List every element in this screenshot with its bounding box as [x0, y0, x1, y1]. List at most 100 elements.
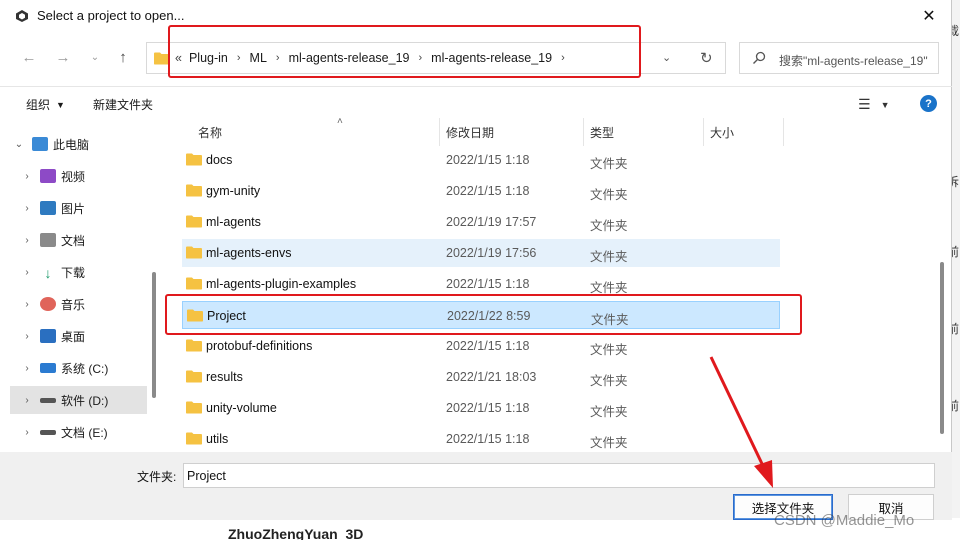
- video-icon: [40, 169, 56, 183]
- refresh-icon[interactable]: ↻: [700, 49, 718, 67]
- organize-button[interactable]: 组织 ▼: [26, 96, 65, 113]
- music-icon: [40, 297, 56, 311]
- nav-pane-scrollbar[interactable]: [152, 272, 156, 398]
- nav-item-label: 系统 (C:): [61, 361, 109, 376]
- nav-item-drive-e[interactable]: › 文档 (E:): [18, 418, 155, 446]
- table-row-selected[interactable]: Project 2022/1/22 8:59 文件夹: [182, 301, 780, 329]
- nav-item-label: 软件 (D:): [61, 393, 109, 408]
- up-button[interactable]: ↑: [112, 46, 134, 68]
- nav-item-music[interactable]: › 音乐: [18, 290, 155, 318]
- file-name: docs: [206, 153, 233, 167]
- file-date: 2022/1/15 1:18: [446, 401, 530, 415]
- file-date: 2022/1/22 8:59: [447, 309, 531, 323]
- nav-item-videos[interactable]: › 视频: [18, 162, 155, 190]
- title-bar[interactable]: Select a project to open... ✕: [0, 0, 952, 32]
- search-box[interactable]: 搜索"ml-agents-release_19": [739, 42, 939, 74]
- navigation-bar: ← → ⌄ ↑ « Plug-in › ML › ml-agents-relea…: [0, 36, 952, 80]
- close-button[interactable]: ✕: [906, 0, 952, 32]
- chevron-right-icon[interactable]: ›: [18, 331, 36, 342]
- file-name: ml-agents: [206, 215, 261, 229]
- breadcrumb-item[interactable]: Plug-in: [189, 51, 228, 65]
- address-history-dropdown-icon[interactable]: ⌄: [662, 51, 671, 64]
- folder-name-input[interactable]: [183, 463, 935, 488]
- file-date: 2022/1/15 1:18: [446, 153, 530, 167]
- forward-button[interactable]: →: [52, 46, 74, 68]
- nav-item-label: 此电脑: [53, 137, 90, 152]
- breadcrumb-item[interactable]: ML: [250, 51, 267, 65]
- file-type: 文件夹: [591, 313, 629, 327]
- column-header-type[interactable]: 类型: [584, 118, 704, 146]
- nav-item-label: 文档: [61, 233, 86, 248]
- search-icon: [753, 51, 766, 64]
- dialog-footer: 文件夹: 选择文件夹 取消: [0, 452, 952, 520]
- list-view-icon: ☰: [858, 96, 871, 112]
- breadcrumb-item[interactable]: ml-agents-release_19: [289, 51, 410, 65]
- command-bar: 组织 ▼ 新建文件夹 ☰ ▼ ?: [0, 86, 952, 118]
- table-row[interactable]: protobuf-definitions 2022/1/15 1:18 文件夹: [182, 332, 780, 360]
- arrow-up-icon: ↑: [119, 48, 127, 66]
- chevron-right-icon[interactable]: ›: [18, 203, 36, 214]
- table-row[interactable]: utils 2022/1/15 1:18 文件夹: [182, 425, 780, 453]
- folder-icon: [186, 401, 202, 414]
- nav-item-downloads[interactable]: › ↓ 下载: [18, 258, 155, 286]
- chevron-right-icon[interactable]: ›: [18, 171, 36, 182]
- table-row[interactable]: gym-unity 2022/1/15 1:18 文件夹: [182, 177, 780, 205]
- view-options-button[interactable]: ☰ ▼: [858, 96, 889, 113]
- nav-item-pictures[interactable]: › 图片: [18, 194, 155, 222]
- close-icon: ✕: [922, 8, 936, 25]
- table-row[interactable]: unity-volume 2022/1/15 1:18 文件夹: [182, 394, 780, 422]
- file-type: 文件夹: [590, 281, 628, 295]
- file-name: protobuf-definitions: [206, 339, 313, 353]
- chevron-down-icon[interactable]: ⌄: [10, 139, 28, 150]
- chevron-right-icon[interactable]: ›: [18, 427, 36, 438]
- table-row[interactable]: ml-agents-plugin-examples 2022/1/15 1:18…: [182, 270, 780, 298]
- window-title: Select a project to open...: [37, 8, 185, 23]
- folder-icon: [154, 52, 170, 65]
- nav-item-desktop[interactable]: › 桌面: [18, 322, 155, 350]
- chevron-right-icon[interactable]: ›: [419, 52, 423, 64]
- file-name: Project: [207, 309, 246, 323]
- recent-locations-button[interactable]: ⌄: [84, 46, 106, 68]
- breadcrumb-overflow[interactable]: «: [175, 51, 182, 65]
- table-row[interactable]: ml-agents-envs 2022/1/19 17:56 文件夹: [182, 239, 780, 267]
- chevron-right-icon[interactable]: ›: [18, 363, 36, 374]
- file-date: 2022/1/19 17:56: [446, 246, 537, 260]
- new-folder-button[interactable]: 新建文件夹: [93, 96, 153, 113]
- file-type: 文件夹: [590, 343, 628, 357]
- table-row[interactable]: docs 2022/1/15 1:18 文件夹: [182, 146, 780, 174]
- folder-icon: [186, 277, 202, 290]
- computer-icon: [32, 137, 48, 151]
- help-button[interactable]: ?: [920, 95, 937, 112]
- chevron-right-icon[interactable]: ›: [18, 395, 36, 406]
- column-header-name[interactable]: 名称 ˄: [192, 116, 440, 146]
- breadcrumb-item[interactable]: ml-agents-release_19: [431, 51, 552, 65]
- back-button[interactable]: ←: [18, 46, 40, 68]
- chevron-right-icon[interactable]: ›: [18, 235, 36, 246]
- chevron-right-icon[interactable]: ›: [276, 52, 280, 64]
- column-header-label: 大小: [710, 126, 735, 140]
- background-heading: ZhuoZhengYuan_3D: [228, 526, 364, 540]
- file-date: 2022/1/19 17:57: [446, 215, 537, 229]
- search-input[interactable]: 搜索"ml-agents-release_19": [779, 52, 937, 69]
- unity-logo-icon: [16, 10, 28, 22]
- nav-item-drive-c[interactable]: › 系统 (C:): [18, 354, 155, 382]
- column-header-date[interactable]: 修改日期: [440, 118, 584, 146]
- chevron-right-icon[interactable]: ›: [561, 52, 565, 64]
- chevron-right-icon[interactable]: ›: [18, 299, 36, 310]
- table-row[interactable]: ml-agents 2022/1/19 17:57 文件夹: [182, 208, 780, 236]
- address-bar[interactable]: « Plug-in › ML › ml-agents-release_19 › …: [146, 42, 726, 74]
- nav-item-drive-d[interactable]: › 软件 (D:): [10, 386, 147, 414]
- file-date: 2022/1/15 1:18: [446, 339, 530, 353]
- file-type: 文件夹: [590, 219, 628, 233]
- file-name: utils: [206, 432, 229, 446]
- nav-item-documents[interactable]: › 文档: [18, 226, 155, 254]
- column-header-size[interactable]: 大小: [704, 118, 784, 146]
- chevron-right-icon[interactable]: ›: [237, 52, 241, 64]
- table-row[interactable]: results 2022/1/21 18:03 文件夹: [182, 363, 780, 391]
- file-list-scrollbar[interactable]: [940, 262, 944, 434]
- breadcrumb: « Plug-in › ML › ml-agents-release_19 › …: [175, 51, 574, 65]
- file-list: 名称 ˄ 修改日期 类型 大小 docs 2022/1/15 1:18 文件夹 …: [165, 116, 945, 453]
- chevron-right-icon[interactable]: ›: [18, 267, 36, 278]
- drive-e-icon: [40, 429, 56, 435]
- nav-item-this-pc[interactable]: ⌄ 此电脑: [10, 130, 147, 158]
